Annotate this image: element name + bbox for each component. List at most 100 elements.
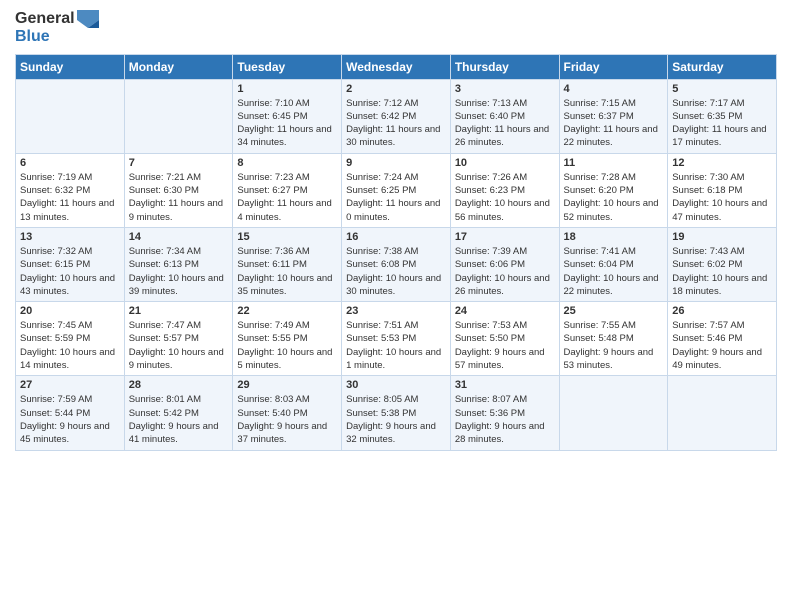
calendar-cell: 23Sunrise: 7:51 AMSunset: 5:53 PMDayligh… (342, 302, 451, 376)
week-row-5: 27Sunrise: 7:59 AMSunset: 5:44 PMDayligh… (16, 376, 777, 450)
sunrise-text: Sunrise: 7:10 AM (237, 97, 337, 110)
day-number: 28 (129, 379, 229, 391)
day-info: Sunrise: 7:59 AMSunset: 5:44 PMDaylight:… (20, 393, 120, 446)
sunrise-text: Sunrise: 7:12 AM (346, 97, 446, 110)
sunset-text: Sunset: 5:46 PM (672, 332, 772, 345)
sunrise-text: Sunrise: 7:30 AM (672, 171, 772, 184)
daylight-text: Daylight: 10 hours and 9 minutes. (129, 346, 229, 373)
day-number: 20 (20, 305, 120, 317)
day-number: 26 (672, 305, 772, 317)
calendar-cell: 14Sunrise: 7:34 AMSunset: 6:13 PMDayligh… (124, 227, 233, 301)
daylight-text: Daylight: 10 hours and 47 minutes. (672, 197, 772, 224)
day-info: Sunrise: 7:28 AMSunset: 6:20 PMDaylight:… (564, 171, 664, 224)
sunset-text: Sunset: 6:06 PM (455, 258, 555, 271)
sunset-text: Sunset: 5:40 PM (237, 407, 337, 420)
sunrise-text: Sunrise: 7:49 AM (237, 319, 337, 332)
day-info: Sunrise: 8:07 AMSunset: 5:36 PMDaylight:… (455, 393, 555, 446)
day-info: Sunrise: 8:05 AMSunset: 5:38 PMDaylight:… (346, 393, 446, 446)
day-number: 10 (455, 157, 555, 169)
week-row-3: 13Sunrise: 7:32 AMSunset: 6:15 PMDayligh… (16, 227, 777, 301)
sunset-text: Sunset: 5:53 PM (346, 332, 446, 345)
daylight-text: Daylight: 10 hours and 1 minute. (346, 346, 446, 373)
col-header-thursday: Thursday (450, 54, 559, 79)
calendar-cell: 8Sunrise: 7:23 AMSunset: 6:27 PMDaylight… (233, 153, 342, 227)
sunset-text: Sunset: 6:27 PM (237, 184, 337, 197)
header: General Blue (15, 10, 777, 46)
calendar-cell: 28Sunrise: 8:01 AMSunset: 5:42 PMDayligh… (124, 376, 233, 450)
daylight-text: Daylight: 9 hours and 45 minutes. (20, 420, 120, 447)
day-number: 21 (129, 305, 229, 317)
daylight-text: Daylight: 10 hours and 18 minutes. (672, 272, 772, 299)
sunrise-text: Sunrise: 7:23 AM (237, 171, 337, 184)
daylight-text: Daylight: 10 hours and 30 minutes. (346, 272, 446, 299)
daylight-text: Daylight: 11 hours and 30 minutes. (346, 123, 446, 150)
logo-flag-icon (77, 10, 99, 28)
sunset-text: Sunset: 5:42 PM (129, 407, 229, 420)
header-row: SundayMondayTuesdayWednesdayThursdayFrid… (16, 54, 777, 79)
day-info: Sunrise: 7:43 AMSunset: 6:02 PMDaylight:… (672, 245, 772, 298)
daylight-text: Daylight: 9 hours and 28 minutes. (455, 420, 555, 447)
calendar-cell: 1Sunrise: 7:10 AMSunset: 6:45 PMDaylight… (233, 79, 342, 153)
sunrise-text: Sunrise: 7:26 AM (455, 171, 555, 184)
day-info: Sunrise: 7:15 AMSunset: 6:37 PMDaylight:… (564, 97, 664, 150)
daylight-text: Daylight: 10 hours and 52 minutes. (564, 197, 664, 224)
sunrise-text: Sunrise: 7:19 AM (20, 171, 120, 184)
day-info: Sunrise: 7:26 AMSunset: 6:23 PMDaylight:… (455, 171, 555, 224)
sunrise-text: Sunrise: 7:36 AM (237, 245, 337, 258)
day-info: Sunrise: 7:39 AMSunset: 6:06 PMDaylight:… (455, 245, 555, 298)
sunrise-text: Sunrise: 7:43 AM (672, 245, 772, 258)
sunset-text: Sunset: 5:38 PM (346, 407, 446, 420)
sunrise-text: Sunrise: 7:38 AM (346, 245, 446, 258)
day-info: Sunrise: 7:13 AMSunset: 6:40 PMDaylight:… (455, 97, 555, 150)
logo-blue: Blue (15, 28, 50, 46)
day-number: 17 (455, 231, 555, 243)
day-number: 12 (672, 157, 772, 169)
sunrise-text: Sunrise: 7:41 AM (564, 245, 664, 258)
day-number: 22 (237, 305, 337, 317)
day-info: Sunrise: 7:30 AMSunset: 6:18 PMDaylight:… (672, 171, 772, 224)
day-info: Sunrise: 7:49 AMSunset: 5:55 PMDaylight:… (237, 319, 337, 372)
daylight-text: Daylight: 10 hours and 43 minutes. (20, 272, 120, 299)
day-info: Sunrise: 7:55 AMSunset: 5:48 PMDaylight:… (564, 319, 664, 372)
sunrise-text: Sunrise: 8:05 AM (346, 393, 446, 406)
calendar-cell: 29Sunrise: 8:03 AMSunset: 5:40 PMDayligh… (233, 376, 342, 450)
sunset-text: Sunset: 6:02 PM (672, 258, 772, 271)
day-info: Sunrise: 7:53 AMSunset: 5:50 PMDaylight:… (455, 319, 555, 372)
day-info: Sunrise: 7:32 AMSunset: 6:15 PMDaylight:… (20, 245, 120, 298)
day-number: 3 (455, 83, 555, 95)
day-info: Sunrise: 7:57 AMSunset: 5:46 PMDaylight:… (672, 319, 772, 372)
day-number: 25 (564, 305, 664, 317)
daylight-text: Daylight: 9 hours and 32 minutes. (346, 420, 446, 447)
day-info: Sunrise: 7:24 AMSunset: 6:25 PMDaylight:… (346, 171, 446, 224)
sunset-text: Sunset: 6:35 PM (672, 110, 772, 123)
day-number: 23 (346, 305, 446, 317)
sunset-text: Sunset: 6:13 PM (129, 258, 229, 271)
daylight-text: Daylight: 10 hours and 14 minutes. (20, 346, 120, 373)
calendar-cell: 15Sunrise: 7:36 AMSunset: 6:11 PMDayligh… (233, 227, 342, 301)
daylight-text: Daylight: 9 hours and 49 minutes. (672, 346, 772, 373)
col-header-wednesday: Wednesday (342, 54, 451, 79)
sunset-text: Sunset: 5:59 PM (20, 332, 120, 345)
daylight-text: Daylight: 11 hours and 22 minutes. (564, 123, 664, 150)
calendar-table: SundayMondayTuesdayWednesdayThursdayFrid… (15, 54, 777, 451)
daylight-text: Daylight: 11 hours and 4 minutes. (237, 197, 337, 224)
calendar-cell: 21Sunrise: 7:47 AMSunset: 5:57 PMDayligh… (124, 302, 233, 376)
daylight-text: Daylight: 10 hours and 56 minutes. (455, 197, 555, 224)
logo: General Blue (15, 10, 99, 46)
sunset-text: Sunset: 6:25 PM (346, 184, 446, 197)
sunset-text: Sunset: 5:44 PM (20, 407, 120, 420)
day-info: Sunrise: 8:03 AMSunset: 5:40 PMDaylight:… (237, 393, 337, 446)
calendar-cell: 3 Sunrise: 7:13 AMSunset: 6:40 PMDaylight… (450, 79, 559, 153)
sunrise-text: Sunrise: 7:53 AM (455, 319, 555, 332)
col-header-tuesday: Tuesday (233, 54, 342, 79)
calendar-cell: 30Sunrise: 8:05 AMSunset: 5:38 PMDayligh… (342, 376, 451, 450)
sunrise-text: Sunrise: 7:24 AM (346, 171, 446, 184)
calendar-cell: 4Sunrise: 7:15 AMSunset: 6:37 PMDaylight… (559, 79, 668, 153)
sunset-text: Sunset: 6:18 PM (672, 184, 772, 197)
sunset-text: Sunset: 6:32 PM (20, 184, 120, 197)
col-header-friday: Friday (559, 54, 668, 79)
sunset-text: Sunset: 6:45 PM (237, 110, 337, 123)
calendar-cell (124, 79, 233, 153)
day-info: Sunrise: 7:34 AMSunset: 6:13 PMDaylight:… (129, 245, 229, 298)
sunset-text: Sunset: 6:08 PM (346, 258, 446, 271)
